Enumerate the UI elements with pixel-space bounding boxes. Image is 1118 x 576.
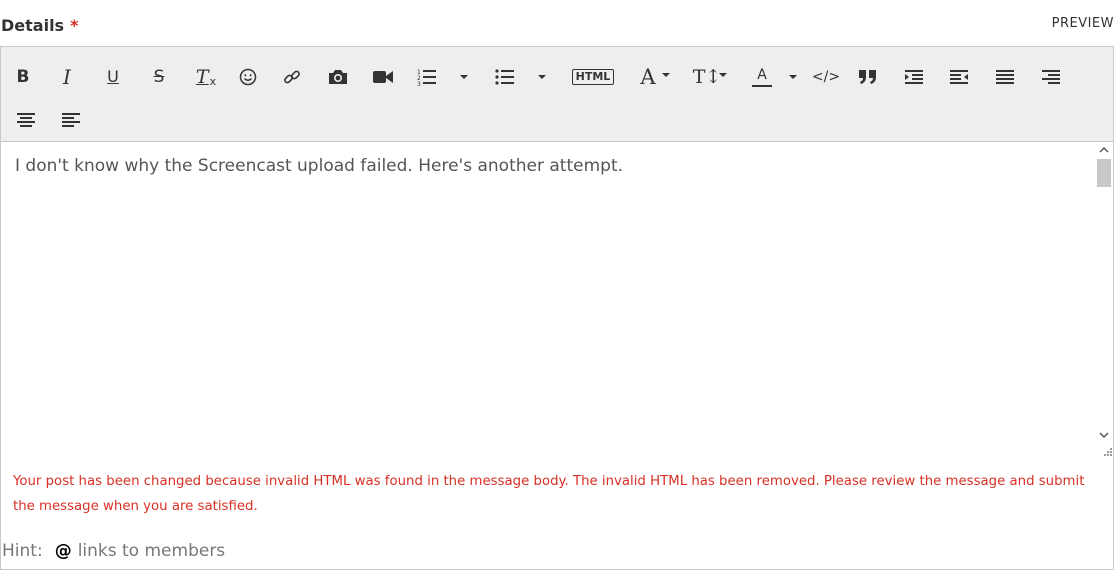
font-size-icon: T↕ xyxy=(692,65,722,88)
underline-icon: U xyxy=(107,67,119,86)
emoji-icon xyxy=(239,68,257,86)
strikethrough-button[interactable]: S xyxy=(149,64,169,90)
clear-formatting-icon: T xyxy=(195,65,209,88)
editor-content-area[interactable]: I don't know why the Screencast upload f… xyxy=(1,142,1096,457)
code-button[interactable]: </> xyxy=(811,64,841,90)
rich-text-editor: B I U S Tx 1 2 3 HTML A T↕ A </> I don't… xyxy=(0,46,1114,570)
font-color-button[interactable]: A xyxy=(751,64,773,90)
strikethrough-icon: S xyxy=(153,66,165,87)
scroll-down-arrow[interactable] xyxy=(1098,429,1110,441)
link-icon xyxy=(284,70,300,84)
quote-icon xyxy=(859,70,876,84)
bold-icon: B xyxy=(16,66,30,87)
emoji-button[interactable] xyxy=(237,64,259,90)
editor-content-text[interactable]: I don't know why the Screencast upload f… xyxy=(15,154,1082,178)
font-color-dropdown[interactable] xyxy=(789,75,797,79)
hint-text: links to members xyxy=(77,541,226,561)
blockquote-button[interactable] xyxy=(856,64,880,90)
italic-button[interactable]: I xyxy=(57,64,77,90)
font-color-icon: A xyxy=(757,67,767,83)
font-color-bar xyxy=(752,85,772,87)
font-family-dropdown[interactable] xyxy=(662,73,670,77)
camera-icon xyxy=(329,70,347,84)
indent-button[interactable] xyxy=(902,64,926,90)
editor-toolbar: B I U S Tx 1 2 3 HTML A T↕ A </> xyxy=(1,47,1113,142)
mention-hint: Hint: @ links to members xyxy=(2,541,225,561)
font-family-icon: A xyxy=(640,64,656,89)
bulleted-list-icon xyxy=(495,69,514,85)
font-size-button[interactable]: T↕ xyxy=(692,64,722,90)
required-mark: * xyxy=(70,16,79,35)
align-left-button[interactable] xyxy=(59,107,83,133)
at-symbol-icon: @ xyxy=(54,541,72,561)
numbered-list-button[interactable]: 1 2 3 xyxy=(415,64,439,90)
link-button[interactable] xyxy=(281,64,303,90)
numbered-list-icon: 1 2 3 xyxy=(417,69,436,86)
align-center-button[interactable] xyxy=(14,107,38,133)
italic-icon: I xyxy=(63,65,71,89)
code-icon: </> xyxy=(811,69,841,85)
field-label-text: Details xyxy=(1,16,65,35)
svg-text:3: 3 xyxy=(417,81,421,86)
clear-formatting-button[interactable]: Tx xyxy=(194,64,218,90)
bold-button[interactable]: B xyxy=(13,64,33,90)
font-size-dropdown[interactable] xyxy=(719,73,727,77)
insert-video-button[interactable] xyxy=(371,64,395,90)
align-left-icon xyxy=(62,113,80,127)
preview-link[interactable]: PREVIEW xyxy=(1052,16,1114,31)
align-center-icon xyxy=(17,113,35,127)
outdent-icon xyxy=(950,70,968,84)
align-justify-icon xyxy=(996,70,1014,84)
align-justify-button[interactable] xyxy=(993,64,1017,90)
invalid-html-error-message: Your post has been changed because inval… xyxy=(13,474,1085,514)
chevron-down-icon xyxy=(1099,432,1109,439)
numbered-list-dropdown[interactable] xyxy=(460,75,468,79)
video-icon xyxy=(373,71,393,83)
details-field: Details * PREVIEW B I U S Tx 1 2 3 HTML … xyxy=(0,0,1118,576)
field-label: Details * xyxy=(1,16,78,35)
html-button[interactable]: HTML xyxy=(570,64,616,90)
bulleted-list-button[interactable] xyxy=(493,64,517,90)
clear-x-icon: x xyxy=(209,74,217,88)
chevron-up-icon xyxy=(1099,146,1109,153)
scroll-thumb[interactable] xyxy=(1097,159,1111,187)
indent-icon xyxy=(905,70,923,84)
bulleted-list-dropdown[interactable] xyxy=(538,75,546,79)
align-right-icon xyxy=(1042,70,1060,84)
scroll-up-arrow[interactable] xyxy=(1098,144,1110,156)
editor-scrollbar[interactable] xyxy=(1096,142,1113,447)
hint-prefix: Hint: xyxy=(2,541,43,561)
font-family-button[interactable]: A xyxy=(637,64,659,90)
underline-button[interactable]: U xyxy=(103,64,123,90)
align-right-button[interactable] xyxy=(1039,64,1063,90)
resize-grip-icon[interactable] xyxy=(1102,443,1112,456)
outdent-button[interactable] xyxy=(947,64,971,90)
html-icon: HTML xyxy=(571,69,615,85)
insert-photo-button[interactable] xyxy=(326,64,350,90)
